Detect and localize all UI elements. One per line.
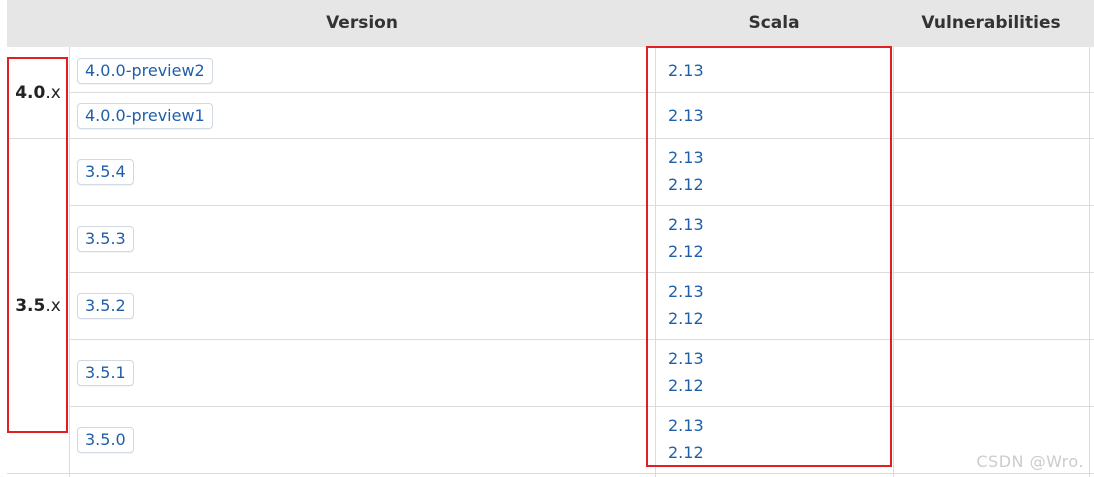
row-divider bbox=[7, 473, 1094, 474]
version-link[interactable]: 4.0.0-preview2 bbox=[77, 58, 213, 84]
row-divider bbox=[69, 339, 1094, 340]
major-version-highlight-box bbox=[7, 57, 68, 433]
version-link[interactable]: 3.5.3 bbox=[77, 226, 134, 252]
row-divider bbox=[69, 92, 1094, 93]
version-link[interactable]: 3.5.1 bbox=[77, 360, 134, 386]
watermark: CSDN @Wro. bbox=[976, 452, 1084, 471]
column-divider bbox=[893, 47, 894, 477]
row-divider bbox=[69, 272, 1094, 273]
header-scala: Scala bbox=[748, 13, 800, 33]
scala-column-highlight-box bbox=[646, 46, 892, 467]
version-link[interactable]: 3.5.2 bbox=[77, 293, 134, 319]
row-divider bbox=[69, 205, 1094, 206]
version-link[interactable]: 4.0.0-preview1 bbox=[77, 103, 213, 129]
row-divider bbox=[7, 138, 1094, 139]
header-vulnerabilities: Vulnerabilities bbox=[921, 13, 1061, 33]
versions-table: Version Scala Vulnerabilities 4.0.x 3.5.… bbox=[7, 0, 1094, 477]
table-header: Version Scala Vulnerabilities bbox=[7, 0, 1094, 47]
header-version: Version bbox=[326, 13, 398, 33]
row-divider bbox=[69, 406, 1094, 407]
version-link[interactable]: 3.5.0 bbox=[77, 427, 134, 453]
column-divider bbox=[1089, 47, 1090, 477]
version-link[interactable]: 3.5.4 bbox=[77, 159, 134, 185]
column-divider bbox=[69, 47, 70, 477]
